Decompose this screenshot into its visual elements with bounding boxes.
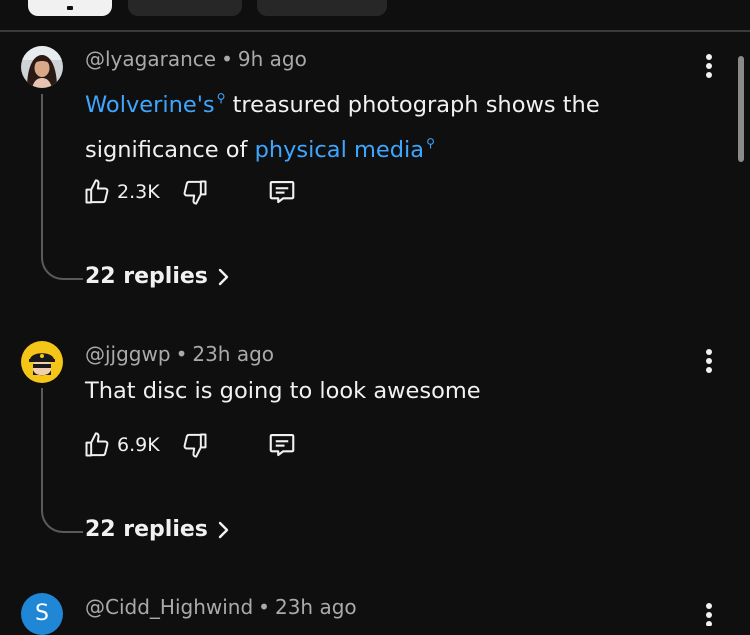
scrollbar-thumb[interactable]: [738, 56, 744, 162]
more-vertical-icon: [706, 612, 712, 618]
comment-meta: @lyagarance • 9h ago: [85, 47, 307, 71]
more-vertical-icon: [706, 358, 712, 364]
dislike-button[interactable]: [181, 430, 209, 460]
dislike-button[interactable]: [181, 177, 209, 207]
text-segment: treasured photograph shows the: [225, 92, 600, 118]
author-handle[interactable]: @jjggwp: [85, 342, 171, 366]
reply-button[interactable]: [267, 430, 297, 460]
chevron-right-icon: [218, 521, 229, 538]
filter-chip[interactable]: [128, 0, 242, 16]
thumbs-up-icon: [85, 179, 109, 204]
comment-actions: 6.9K: [83, 430, 323, 464]
more-vertical-icon: [706, 63, 712, 69]
meta-separator: •: [258, 595, 270, 619]
avatar[interactable]: [21, 46, 63, 88]
thumbs-down-icon: [183, 433, 207, 458]
like-count: 2.3K: [117, 181, 160, 203]
avatar-photo-icon: [21, 46, 63, 88]
search-link[interactable]: Wolverine's ⚲: [85, 91, 225, 118]
avatar-letter: S: [35, 601, 49, 626]
more-vertical-icon: [706, 54, 712, 60]
search-link[interactable]: physical media ⚲: [254, 136, 435, 163]
comment-meta: @jjggwp • 23h ago: [85, 342, 274, 366]
filter-chip[interactable]: [257, 0, 387, 16]
like-count: 6.9K: [117, 434, 160, 456]
replies-button[interactable]: 22 replies: [85, 517, 230, 542]
thumbs-up-icon: [85, 432, 109, 457]
comment-text: Wolverine's ⚲ treasured photograph shows …: [85, 79, 695, 169]
thread-line: [41, 94, 83, 280]
more-vertical-icon: [706, 621, 712, 626]
avatar[interactable]: S: [21, 593, 63, 635]
text-segment: significance of: [85, 137, 255, 163]
comment-time: 9h ago: [237, 47, 307, 71]
author-handle[interactable]: @Cidd_Highwind: [85, 595, 253, 619]
like-button[interactable]: 2.3K: [83, 177, 160, 207]
more-vertical-icon: [706, 367, 712, 373]
search-icon: ⚲: [426, 136, 435, 150]
comment-text: That disc is going to look awesome: [85, 378, 481, 404]
avatar[interactable]: [21, 341, 63, 383]
more-options-button[interactable]: [700, 349, 718, 379]
comment-actions: 2.3K: [83, 177, 323, 211]
avatar-character-icon: [21, 341, 63, 383]
filter-chip-active[interactable]: [28, 0, 112, 16]
more-options-button[interactable]: [700, 54, 718, 84]
replies-label: 22 replies: [85, 517, 208, 542]
like-button[interactable]: 6.9K: [83, 430, 160, 460]
chevron-right-icon: [218, 268, 229, 285]
comment-time: 23h ago: [192, 342, 275, 366]
comment-meta: @Cidd_Highwind • 23h ago: [85, 595, 357, 619]
thread-line: [41, 388, 83, 533]
section-divider: [0, 30, 750, 32]
reply-button[interactable]: [267, 177, 297, 207]
meta-separator: •: [175, 342, 188, 366]
replies-label: 22 replies: [85, 264, 208, 289]
search-link-text: Wolverine's: [85, 92, 215, 118]
meta-separator: •: [221, 47, 233, 71]
chip-icon: [67, 6, 73, 10]
more-vertical-icon: [706, 603, 712, 609]
search-link-text: physical media: [254, 137, 425, 163]
reply-comment-icon: [269, 180, 295, 204]
thumbs-down-icon: [183, 180, 207, 205]
more-options-button[interactable]: [700, 603, 718, 626]
reply-comment-icon: [269, 433, 295, 457]
more-vertical-icon: [706, 349, 712, 355]
more-vertical-icon: [706, 72, 712, 78]
author-handle[interactable]: @lyagarance: [85, 47, 216, 71]
replies-button[interactable]: 22 replies: [85, 264, 230, 289]
comment-time: 23h ago: [274, 595, 357, 619]
